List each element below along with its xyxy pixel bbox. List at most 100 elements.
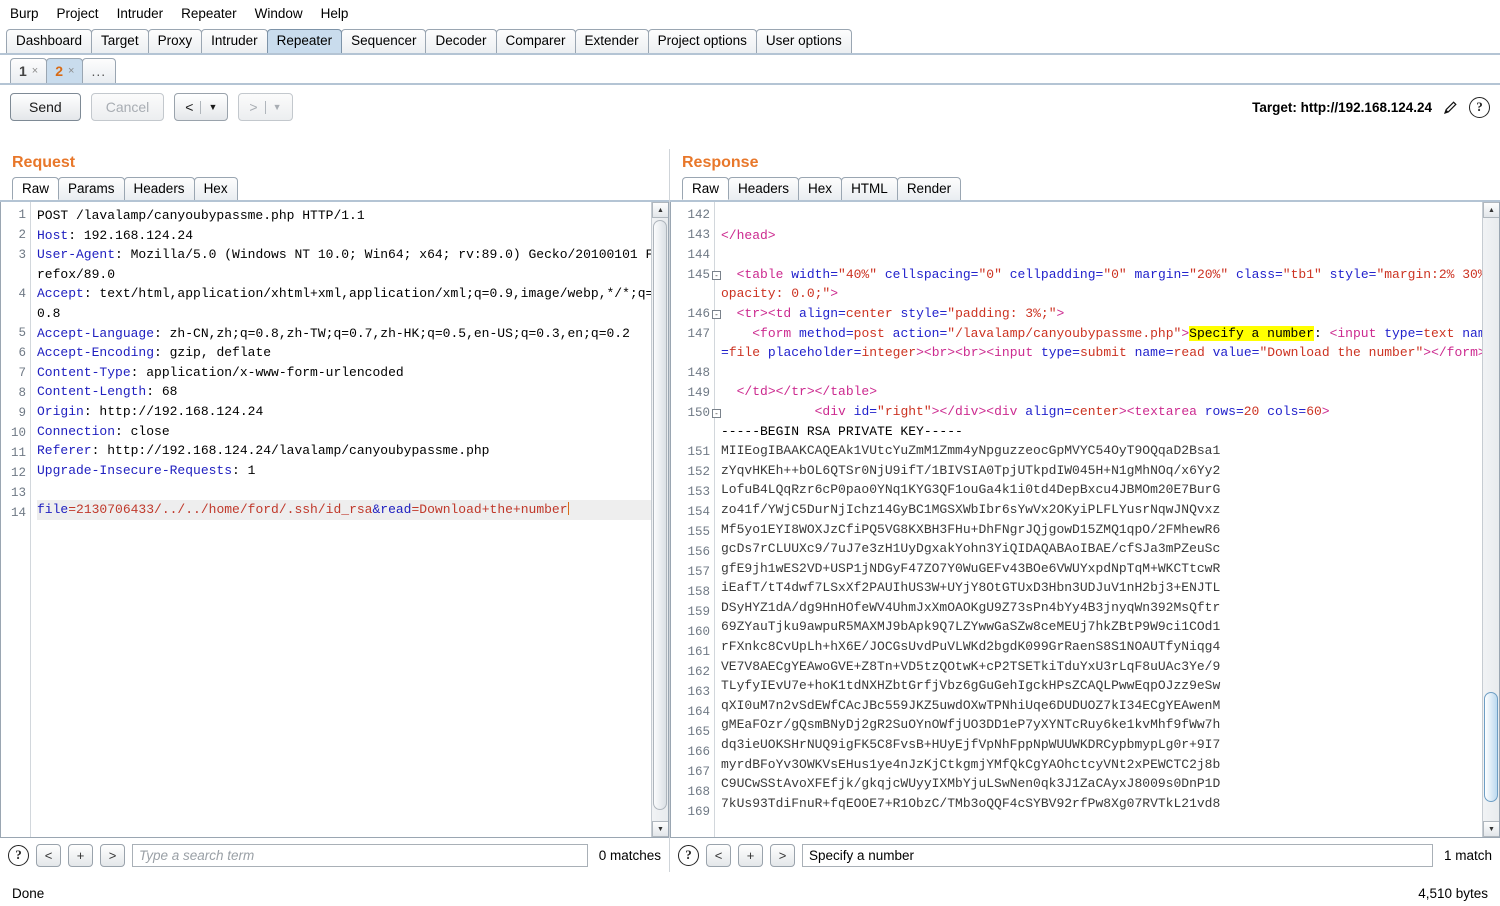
response-tab-render[interactable]: Render	[896, 177, 962, 200]
search-add-button[interactable]: +	[738, 843, 763, 867]
response-tab-raw[interactable]: Raw	[682, 177, 730, 200]
response-scrollbar[interactable]: ▲ ▼	[1482, 202, 1499, 837]
tab-dashboard[interactable]: Dashboard	[6, 29, 93, 53]
request-title: Request	[12, 154, 76, 171]
code-token: "tb1"	[1282, 266, 1322, 282]
tab-target[interactable]: Target	[91, 29, 149, 53]
code-token: "Download the number"	[1259, 345, 1424, 361]
response-pane: Response Raw Headers Hex HTML Render 142…	[670, 149, 1500, 872]
tab-comparer[interactable]: Comparer	[495, 29, 576, 53]
tab-decoder[interactable]: Decoder	[425, 29, 497, 53]
line-number: 8	[18, 386, 26, 400]
request-tab-headers[interactable]: Headers	[123, 177, 195, 200]
search-next-button[interactable]: >	[770, 843, 795, 867]
help-icon[interactable]: ?	[8, 844, 29, 866]
tab-proxy[interactable]: Proxy	[147, 29, 203, 53]
line-number: 167	[687, 765, 710, 779]
menu-item-repeater[interactable]: Repeater	[179, 4, 239, 23]
response-title: Response	[682, 154, 759, 171]
tab-repeater[interactable]: Repeater	[266, 29, 343, 53]
code-line: gMEaFOzr/gQsmBNyDj2gR2SuOYnOWfjUO3DD1eP7…	[721, 715, 1499, 735]
menu-item-project[interactable]: Project	[55, 4, 101, 23]
send-button[interactable]: Send	[10, 93, 81, 121]
fold-toggle-icon[interactable]: -	[712, 409, 721, 418]
search-next-button[interactable]: >	[100, 843, 125, 867]
request-scrollbar[interactable]: ▲ ▼	[651, 202, 668, 837]
code-token: read	[380, 501, 412, 517]
response-tab-html[interactable]: HTML	[841, 177, 898, 200]
code-token: : zh-CN,zh;q=0.8,zh-TW;q=0.7,zh-HK;q=0.5…	[154, 325, 630, 341]
request-tab-params[interactable]: Params	[58, 177, 125, 200]
request-body-text[interactable]: POST /lavalamp/canyoubypassme.php HTTP/1…	[31, 202, 668, 837]
tab-project-options[interactable]: Project options	[647, 29, 757, 53]
code-token: "padding: 3%;"	[947, 305, 1057, 321]
close-icon[interactable]: ×	[68, 65, 74, 77]
response-editor[interactable]: 142 143 144 145-146- 147 148 149 150- 151 152 153 1…	[670, 202, 1500, 838]
search-prev-button[interactable]: <	[706, 843, 731, 867]
chevron-right-icon: >	[249, 99, 258, 115]
code-token: : 68	[146, 384, 178, 400]
help-icon[interactable]: ?	[1469, 96, 1490, 118]
line-number: 14	[10, 506, 26, 520]
code-token: method=	[799, 325, 854, 341]
line-number: 159	[687, 605, 710, 619]
code-token: : http://192.168.124.24/lavalamp/canyoub…	[91, 443, 490, 459]
scroll-up-icon[interactable]: ▲	[652, 202, 668, 218]
fold-toggle-icon[interactable]: -	[712, 310, 721, 319]
menu-item-window[interactable]: Window	[253, 4, 305, 23]
line-number: 144	[687, 248, 710, 262]
response-tab-hex[interactable]: Hex	[798, 177, 843, 200]
code-token: cellpadding=	[1009, 266, 1104, 282]
request-tab-hex[interactable]: Hex	[193, 177, 238, 200]
search-match-highlight: Specify a number	[1189, 325, 1314, 341]
scroll-up-icon[interactable]: ▲	[1483, 202, 1499, 218]
scroll-down-icon[interactable]: ▼	[1483, 821, 1499, 837]
response-tab-headers[interactable]: Headers	[728, 177, 800, 200]
menu-item-intruder[interactable]: Intruder	[115, 4, 166, 23]
pencil-icon[interactable]	[1442, 99, 1459, 116]
request-tab-raw[interactable]: Raw	[12, 177, 60, 200]
search-prev-button[interactable]: <	[36, 843, 61, 867]
repeater-tab-1[interactable]: 1 ×	[10, 58, 48, 83]
response-search-input[interactable]	[802, 843, 1433, 867]
request-editor[interactable]: 1 2 3 4 5 6 7 8 9 10 11 12 13 14 POST /lavalamp/canyo…	[0, 202, 669, 838]
code-token: read	[1173, 345, 1205, 361]
tab-intruder[interactable]: Intruder	[201, 29, 268, 53]
line-number: 145-	[671, 266, 721, 305]
code-token: <table	[721, 266, 792, 282]
code-line: <div id="right"></div><div align=center>…	[721, 402, 1499, 441]
fold-toggle-icon[interactable]: -	[712, 271, 721, 280]
tab-extender[interactable]: Extender	[574, 29, 649, 53]
code-token: class=	[1235, 266, 1283, 282]
menu-item-help[interactable]: Help	[319, 4, 351, 23]
code-token: DSyHYZ1dA/dg9HnHOfeWV4UhmJxXmOAOKgU9Z73s…	[721, 599, 1221, 615]
repeater-tab-new[interactable]: ...	[82, 58, 117, 83]
tab-sequencer[interactable]: Sequencer	[341, 29, 427, 53]
repeater-tab-2[interactable]: 2 ×	[46, 58, 84, 83]
request-search-input[interactable]	[132, 843, 588, 867]
code-token: align=	[1025, 403, 1073, 419]
scroll-down-icon[interactable]: ▼	[652, 821, 668, 837]
code-line: Origin: http://192.168.124.24	[37, 402, 668, 422]
code-token: : gzip, deflate	[154, 345, 272, 361]
close-icon[interactable]: ×	[32, 65, 38, 77]
menu-item-burp[interactable]: Burp	[8, 4, 41, 23]
go-forward-button: > ▼	[238, 93, 293, 121]
code-token: style=	[900, 305, 948, 321]
code-line: Upgrade-Insecure-Requests: 1	[37, 461, 668, 481]
go-back-button[interactable]: < ▼	[174, 93, 229, 121]
code-token: type=	[1384, 325, 1424, 341]
line-number: 143	[687, 228, 710, 242]
help-icon[interactable]: ?	[678, 844, 699, 866]
response-body-text[interactable]: </head> <table width="40%" cellspacing="…	[715, 202, 1499, 837]
scrollbar-thumb[interactable]	[1484, 692, 1498, 802]
code-token: text	[1423, 325, 1455, 341]
scrollbar-thumb[interactable]	[653, 220, 667, 810]
tab-user-options[interactable]: User options	[755, 29, 852, 53]
search-add-button[interactable]: +	[68, 843, 93, 867]
code-line: rFXnkc8CvUpLh+hX6E/JOCGsUvdPuVLWKd2bgdK0…	[721, 637, 1499, 657]
repeater-toolbar: Send Cancel < ▼ > ▼ Target: http://192.1…	[0, 85, 1500, 129]
code-token: <tr><td	[721, 305, 800, 321]
code-line: <tr><td align=center style="padding: 3%;…	[721, 304, 1499, 324]
